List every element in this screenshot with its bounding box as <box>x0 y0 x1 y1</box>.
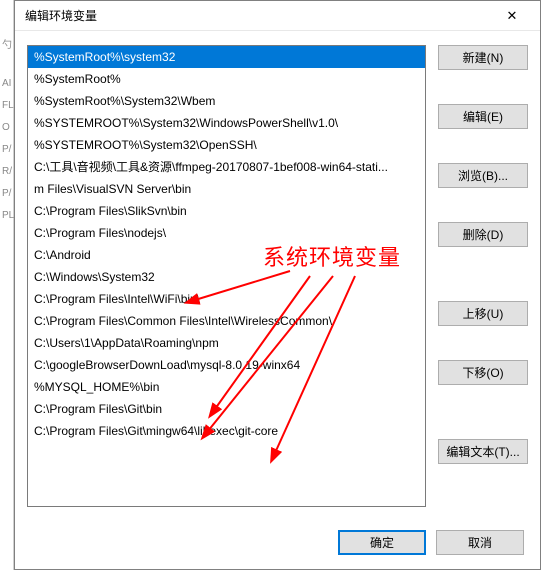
close-icon: ✕ <box>507 8 518 24</box>
dialog-title: 编辑环境变量 <box>25 7 492 24</box>
list-item[interactable]: C:\Program Files\Intel\WiFi\bin\ <box>28 288 425 310</box>
list-item[interactable]: %SystemRoot% <box>28 68 425 90</box>
titlebar: 编辑环境变量 ✕ <box>15 1 540 31</box>
list-item[interactable]: %SYSTEMROOT%\System32\WindowsPowerShell\… <box>28 112 425 134</box>
list-item[interactable]: C:\Android <box>28 244 425 266</box>
list-item[interactable]: C:\googleBrowserDownLoad\mysql-8.0.19-wi… <box>28 354 425 376</box>
edit-button[interactable]: 编辑(E) <box>438 104 528 129</box>
ok-button[interactable]: 确定 <box>338 530 426 555</box>
edit-text-button[interactable]: 编辑文本(T)... <box>438 439 528 464</box>
dialog-client-area: %SystemRoot%\system32%SystemRoot%%System… <box>15 31 540 569</box>
list-item[interactable]: C:\Windows\System32 <box>28 266 425 288</box>
list-item[interactable]: %MYSQL_HOME%\bin <box>28 376 425 398</box>
list-item[interactable]: m Files\VisualSVN Server\bin <box>28 178 425 200</box>
list-item[interactable]: C:\Users\1\AppData\Roaming\npm <box>28 332 425 354</box>
move-down-button[interactable]: 下移(O) <box>438 360 528 385</box>
background-window-slice: 勺 AI FL O P/ R/ P/ PL <box>0 0 14 570</box>
list-item[interactable]: C:\Program Files\Git\bin <box>28 398 425 420</box>
delete-button[interactable]: 删除(D) <box>438 222 528 247</box>
list-item[interactable]: C:\Program Files\SlikSvn\bin <box>28 200 425 222</box>
edit-env-var-dialog: 编辑环境变量 ✕ %SystemRoot%\system32%SystemRoo… <box>14 0 541 570</box>
list-item[interactable]: C:\Program Files\nodejs\ <box>28 222 425 244</box>
path-listbox[interactable]: %SystemRoot%\system32%SystemRoot%%System… <box>27 45 426 507</box>
dialog-footer: 确定 取消 <box>27 518 528 559</box>
close-button[interactable]: ✕ <box>492 2 532 30</box>
browse-button[interactable]: 浏览(B)... <box>438 163 528 188</box>
list-item[interactable]: %SYSTEMROOT%\System32\OpenSSH\ <box>28 134 425 156</box>
list-item[interactable]: %SystemRoot%\system32 <box>28 46 425 68</box>
list-item[interactable]: C:\Program Files\Common Files\Intel\Wire… <box>28 310 425 332</box>
new-button[interactable]: 新建(N) <box>438 45 528 70</box>
move-up-button[interactable]: 上移(U) <box>438 301 528 326</box>
cancel-button[interactable]: 取消 <box>436 530 524 555</box>
list-item[interactable]: C:\工具\音视频\工具&资源\ffmpeg-20170807-1bef008-… <box>28 156 425 178</box>
list-item[interactable]: %SystemRoot%\System32\Wbem <box>28 90 425 112</box>
side-button-column: 新建(N) 编辑(E) 浏览(B)... 删除(D) 上移(U) 下移(O) 编… <box>438 45 528 518</box>
list-item[interactable]: C:\Program Files\Git\mingw64\libexec\git… <box>28 420 425 442</box>
